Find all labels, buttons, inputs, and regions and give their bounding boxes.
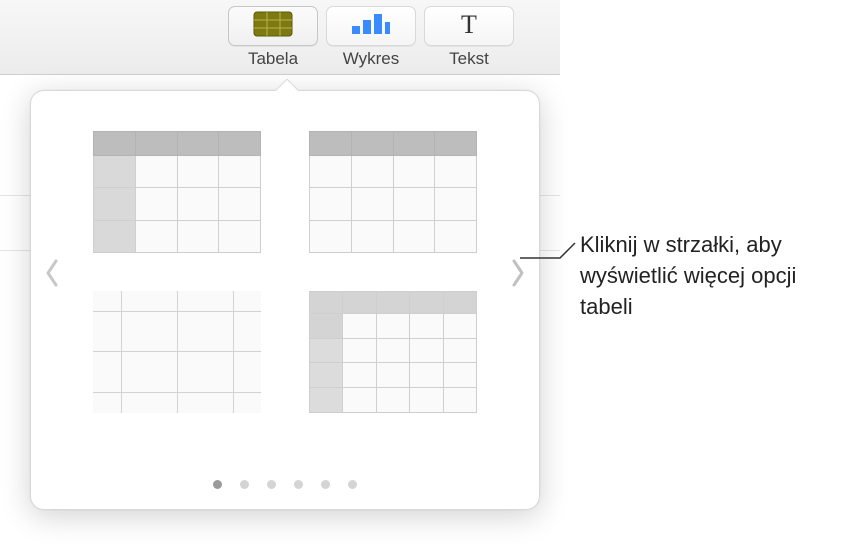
page-dot-1[interactable] [213, 480, 222, 489]
table-style-preview-3[interactable] [93, 291, 261, 413]
text-label: Tekst [449, 49, 489, 69]
page-dots [31, 480, 539, 489]
table-icon [253, 11, 293, 42]
toolbar-item-chart: Wykres [326, 6, 416, 69]
toolbar: Tabela Wykres T Tekst [228, 6, 514, 69]
toolbar-item-table: Tabela [228, 6, 318, 69]
text-button[interactable]: T [424, 6, 514, 46]
table-label: Tabela [248, 49, 298, 69]
table-styles-popover [30, 90, 540, 510]
popover-arrow-icon [274, 79, 298, 91]
table-style-preview-2[interactable] [309, 131, 477, 253]
chart-label: Wykres [343, 49, 400, 69]
previous-styles-button[interactable] [37, 246, 67, 306]
table-style-preview-4[interactable] [309, 291, 477, 413]
text-icon: T [454, 11, 484, 42]
next-styles-button[interactable] [503, 246, 533, 306]
chevron-right-icon [510, 259, 526, 293]
toolbar-item-text: T Tekst [424, 6, 514, 69]
page-dot-5[interactable] [321, 480, 330, 489]
table-style-preview-1[interactable] [93, 131, 261, 253]
table-button[interactable] [228, 6, 318, 46]
page-dot-6[interactable] [348, 480, 357, 489]
chevron-left-icon [44, 259, 60, 293]
chart-icon [350, 12, 392, 41]
callout-text: Kliknij w strzałki, aby wyświetlić więce… [580, 230, 840, 322]
page-dot-2[interactable] [240, 480, 249, 489]
svg-text:T: T [461, 11, 477, 37]
page-dot-4[interactable] [294, 480, 303, 489]
chart-button[interactable] [326, 6, 416, 46]
page-dot-3[interactable] [267, 480, 276, 489]
table-style-grid [93, 131, 479, 413]
